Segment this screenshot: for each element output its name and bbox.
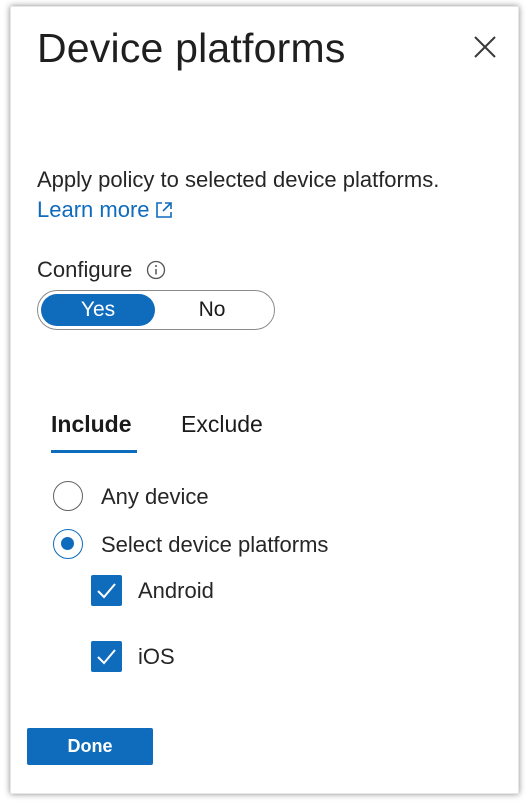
checkbox-ios[interactable] (91, 641, 122, 672)
radio-select-device-platforms[interactable] (53, 529, 83, 559)
configure-toggle: Yes No (37, 290, 275, 330)
active-tab-indicator (51, 450, 137, 453)
panel-title: Device platforms (37, 25, 346, 71)
learn-more-link[interactable]: Learn more (37, 197, 174, 223)
done-button[interactable]: Done (27, 728, 153, 765)
toggle-no[interactable]: No (155, 294, 269, 326)
radio-any-device-label: Any device (101, 484, 209, 509)
radio-any-device[interactable] (53, 481, 83, 511)
configure-row: Configure (37, 257, 166, 283)
checkbox-android[interactable] (91, 575, 122, 606)
checkbox-android-label: Android (138, 578, 214, 603)
toggle-yes[interactable]: Yes (41, 294, 155, 326)
checkbox-ios-label: iOS (138, 644, 175, 669)
configure-label: Configure (37, 257, 133, 282)
external-link-icon (155, 202, 172, 218)
checkmark-icon (97, 583, 116, 599)
tab-exclude[interactable]: Exclude (181, 411, 263, 438)
info-icon[interactable] (146, 260, 166, 280)
device-platforms-panel: Device platforms Apply policy to selecte… (10, 6, 519, 794)
radio-select-device-platforms-label: Select device platforms (101, 532, 329, 557)
close-icon[interactable] (471, 33, 499, 61)
checkmark-icon (97, 649, 116, 665)
tab-include[interactable]: Include (51, 411, 132, 438)
panel-description: Apply policy to selected device platform… (37, 167, 440, 192)
learn-more-label: Learn more (37, 197, 150, 222)
